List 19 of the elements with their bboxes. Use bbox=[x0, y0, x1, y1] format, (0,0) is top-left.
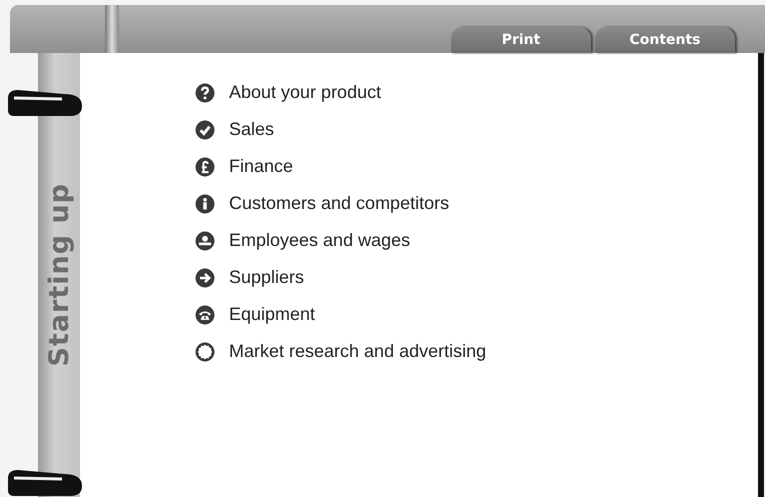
info-icon bbox=[195, 194, 215, 214]
checkmark-icon bbox=[195, 120, 215, 140]
tab[interactable]: Contents bbox=[595, 27, 735, 53]
starburst-icon bbox=[195, 342, 215, 362]
pound-icon bbox=[195, 156, 215, 176]
tab[interactable]: Print bbox=[451, 27, 591, 53]
topic-link[interactable]: Suppliers bbox=[229, 267, 304, 288]
section-title: Starting up bbox=[44, 183, 74, 367]
topic-link[interactable]: Market research and advertising bbox=[229, 341, 486, 362]
topic-link[interactable]: Sales bbox=[229, 119, 274, 140]
help-icon bbox=[195, 82, 215, 102]
binder-post bbox=[105, 5, 119, 53]
topic-link[interactable]: Equipment bbox=[229, 304, 316, 325]
topic-link[interactable]: Employees and wages bbox=[229, 230, 410, 251]
telephone-icon bbox=[195, 304, 215, 324]
topic-link[interactable]: Finance bbox=[229, 156, 294, 177]
person-icon bbox=[195, 230, 215, 250]
topic-link[interactable]: About your product bbox=[229, 82, 382, 103]
topic-link[interactable]: Customers and competitors bbox=[229, 193, 450, 214]
